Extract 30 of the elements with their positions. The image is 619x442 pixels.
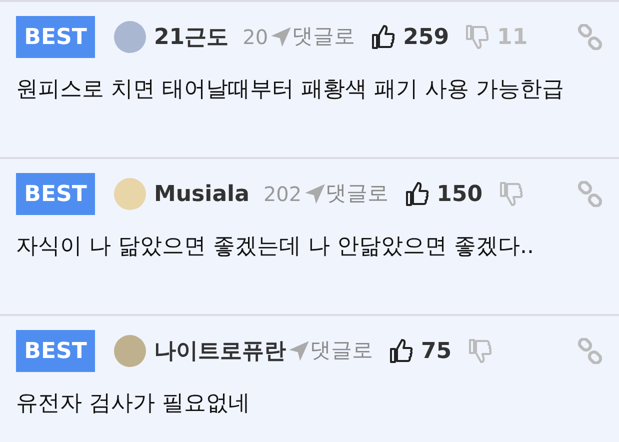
link-icon[interactable] xyxy=(577,338,603,364)
author-name[interactable]: 나이트로퓨란 xyxy=(154,334,286,368)
comment-text: 유전자 검사가 필요없네 xyxy=(16,390,251,418)
comment-text: 자식이 나 닮았으면 좋겠는데 나 안닮았으면 좋겠다.. xyxy=(16,233,535,261)
like-count: 259 xyxy=(403,24,450,52)
best-badge: BEST xyxy=(16,330,95,372)
comment-date: 20 xyxy=(242,24,268,51)
avatar-icon xyxy=(112,333,148,369)
author-name[interactable]: Musiala xyxy=(154,178,250,210)
send-icon xyxy=(270,26,292,48)
comment-date: 202 xyxy=(263,181,302,208)
thumbs-up-icon[interactable] xyxy=(404,181,429,207)
thumbs-down-icon[interactable] xyxy=(465,24,490,50)
like-count: 150 xyxy=(436,180,483,208)
send-icon xyxy=(288,340,310,362)
author-name[interactable]: 21근도 xyxy=(154,20,229,54)
comment-text: 원피스로 치면 태어날때부터 패황색 패기 사용 가능한급 xyxy=(16,76,565,104)
thumbs-up-icon[interactable] xyxy=(389,338,413,364)
link-icon[interactable] xyxy=(577,181,603,207)
best-badge: BEST xyxy=(16,16,95,58)
best-badge: BEST xyxy=(16,173,95,215)
avatar-icon xyxy=(112,19,148,55)
dislike-count: 11 xyxy=(497,24,528,52)
avatar-icon xyxy=(112,176,148,212)
thumbs-down-icon[interactable] xyxy=(468,338,492,364)
link-icon[interactable] xyxy=(577,24,603,50)
thumbs-up-icon[interactable] xyxy=(371,24,396,50)
like-count: 75 xyxy=(421,338,452,366)
thumbs-down-icon[interactable] xyxy=(498,181,523,207)
send-icon xyxy=(304,183,326,205)
